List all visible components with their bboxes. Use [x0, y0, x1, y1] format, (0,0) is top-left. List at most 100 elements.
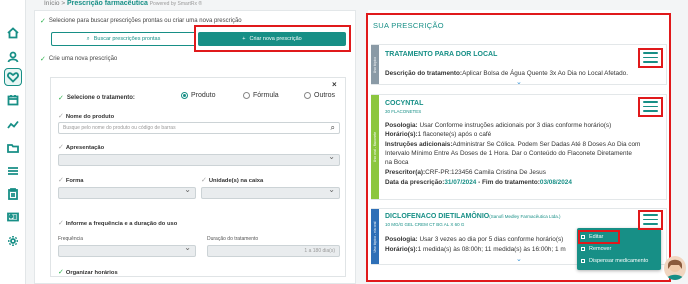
- prescription-card-2: Uso oral - flaconete COCYNTAL 30 FLACONE…: [371, 94, 667, 200]
- form-label-text: Forma: [65, 178, 84, 184]
- menu-remove-label: Remover: [589, 246, 612, 252]
- check-icon: ✓: [40, 56, 46, 63]
- end-value: 03/08/2024: [539, 179, 572, 186]
- card-strip: Uso oral - flaconete: [371, 95, 379, 199]
- product-search-placeholder: Busque pelo nome do produto ou código de…: [63, 125, 176, 131]
- menu-dispense[interactable]: Dispensar medicamento: [581, 258, 648, 264]
- instructions-line: Instruções adicionais:Administrar Se Cól…: [385, 141, 640, 148]
- list-icon[interactable]: [6, 164, 20, 178]
- create-prescription-button[interactable]: + Criar nova prescrição: [198, 32, 346, 46]
- check-icon: ✓: [58, 95, 64, 102]
- card-context-menu: Editar Remover Dispensar medicamento: [577, 228, 661, 270]
- card-strip: Uso tópico: [371, 45, 379, 84]
- search-icon: ⌕: [86, 35, 90, 42]
- check-icon: ✓: [58, 113, 66, 120]
- menu-remove[interactable]: Remover: [581, 246, 611, 252]
- posology-line: Posologia: Usar Conforme instruções adic…: [385, 122, 611, 129]
- chart-icon[interactable]: [6, 118, 20, 132]
- presentation-label-text: Apresentação: [65, 145, 105, 151]
- date-label: Data da prescrição:: [385, 179, 445, 186]
- organize-hours-label: ✓ Organizar horários: [58, 268, 118, 276]
- treatment-select-row: ✓ Selecione o tratamento:: [58, 94, 135, 102]
- posology-value: Usar Conforme instruções adicionais por …: [419, 122, 612, 129]
- form-label: ✓ Forma: [58, 176, 84, 184]
- frequency-section-text: Informe a frequência e a duração do uso: [65, 221, 178, 227]
- product-name-label: ✓ Nome do produto: [58, 112, 114, 120]
- desc-value: Aplicar Bolsa de Água Quente 3x Ao Dia n…: [462, 70, 628, 77]
- posology-line: Posologia: Usar 3 vezes ao dia por 5 dia…: [385, 236, 563, 243]
- card-strip: Uso tópico - via oral: [371, 209, 379, 264]
- menu-icon[interactable]: [643, 52, 658, 63]
- menu-icon[interactable]: [643, 214, 658, 225]
- prescription-card-1: Uso tópico TRATAMENTO PARA DOR LOCAL Des…: [371, 44, 667, 86]
- units-select[interactable]: [201, 185, 340, 199]
- card-title-suffix: (Sanofi Medley Farmacêutica Ltda.): [489, 214, 561, 219]
- hours-label: Horário(s):: [385, 131, 418, 138]
- product-search-input[interactable]: Busque pelo nome do produto ou código de…: [58, 122, 340, 134]
- radio-outros-label: Outros: [314, 92, 336, 99]
- check-icon: ✓: [201, 177, 209, 184]
- radio-outros[interactable]: Outros: [304, 92, 335, 99]
- frequency-label: Frequência: [58, 236, 84, 242]
- choose-section-title: ✓ Selecione para buscar prescrições pron…: [40, 17, 242, 25]
- trash-icon: [581, 247, 585, 251]
- avatar-illustration: [666, 259, 684, 280]
- chevron-down-icon[interactable]: ⌄: [516, 78, 522, 86]
- plus-icon: +: [242, 36, 246, 42]
- clipboard-icon[interactable]: [6, 187, 20, 201]
- card-subtitle: 10 MG/G GEL CREM CT BG AL X 60 G: [385, 222, 465, 227]
- folder-icon[interactable]: [6, 141, 20, 155]
- posology-label: Posologia:: [385, 236, 418, 243]
- your-prescription-title: SUA PRESCRIÇÃO: [373, 21, 444, 30]
- desc-label: Descrição do tratamento:: [385, 70, 463, 77]
- settings-icon[interactable]: [6, 234, 20, 248]
- new-prescription-label: Crie uma nova prescrição: [48, 56, 118, 62]
- breadcrumb-home[interactable]: Início: [44, 0, 60, 7]
- radio-produto[interactable]: Produto: [181, 92, 216, 99]
- presentation-label: ✓ Apresentação: [58, 143, 104, 151]
- instructions-label: Instruções adicionais:: [385, 141, 453, 148]
- menu-icon[interactable]: [643, 101, 658, 112]
- treatment-label: Selecione o tratamento:: [66, 95, 135, 101]
- treatment-description: Descrição do tratamento:Aplicar Bolsa de…: [385, 70, 628, 77]
- product-name-label-text: Nome do produto: [65, 114, 115, 120]
- search-prescriptions-button[interactable]: ⌕ Buscar prescrições prontas: [51, 32, 196, 46]
- presentation-select[interactable]: [58, 152, 340, 166]
- hours-line: Horário(s):1 medida(s) às 08:00h; 11 med…: [385, 246, 566, 253]
- card-title: COCYNTAL: [385, 100, 424, 107]
- units-label-text: Unidade(s) na caixa: [208, 178, 264, 184]
- chevron-down-icon[interactable]: ⌄: [516, 255, 522, 263]
- calendar-icon[interactable]: [6, 93, 20, 107]
- form-select[interactable]: [58, 185, 196, 199]
- duration-input[interactable]: 1 a 180 dia(s): [207, 245, 340, 257]
- user-icon[interactable]: [6, 50, 20, 64]
- radio-produto-label: Produto: [191, 92, 216, 99]
- card-title-text: DICLOFENACO DIETILAMÔNIO: [385, 213, 490, 220]
- close-icon[interactable]: ×: [332, 80, 337, 89]
- sidebar: [0, 0, 26, 284]
- heart-icon[interactable]: [4, 68, 22, 86]
- hours-value: 1 flaconete(s) após o café: [417, 131, 492, 138]
- frequency-select[interactable]: [58, 243, 196, 257]
- menu-edit[interactable]: Editar: [581, 234, 603, 240]
- breadcrumb-separator: >: [61, 0, 66, 7]
- breadcrumb: Início > Prescrição farmacêutica Powered…: [44, 0, 202, 7]
- choose-label: Selecione para buscar prescrições pronta…: [48, 18, 242, 24]
- search-icon: ⌕: [330, 123, 335, 132]
- home-icon[interactable]: [6, 26, 20, 40]
- card-subtitle: 30 FLACONETES: [385, 109, 422, 114]
- strip-label: Uso tópico - via oral: [373, 221, 377, 252]
- prescriber-label: Prescritor(a):: [385, 169, 426, 176]
- check-icon: ✓: [58, 220, 66, 227]
- radio-formula[interactable]: Fórmula: [243, 92, 279, 99]
- check-icon: ✓: [58, 144, 66, 151]
- edit-icon: [581, 235, 585, 239]
- assistant-avatar[interactable]: [664, 256, 686, 280]
- strip-label: Uso tópico: [373, 56, 377, 73]
- duration-value: 1 a 180 dia(s): [304, 248, 335, 254]
- check-icon: ✓: [58, 177, 66, 184]
- prescriber-line: Prescritor(a):CRF-PR:123456 Camila Crist…: [385, 169, 546, 176]
- check-icon: ✓: [58, 269, 66, 276]
- frequency-section-label: ✓ Informe a frequência e a duração do us…: [58, 219, 177, 227]
- id-card-icon[interactable]: [6, 210, 20, 224]
